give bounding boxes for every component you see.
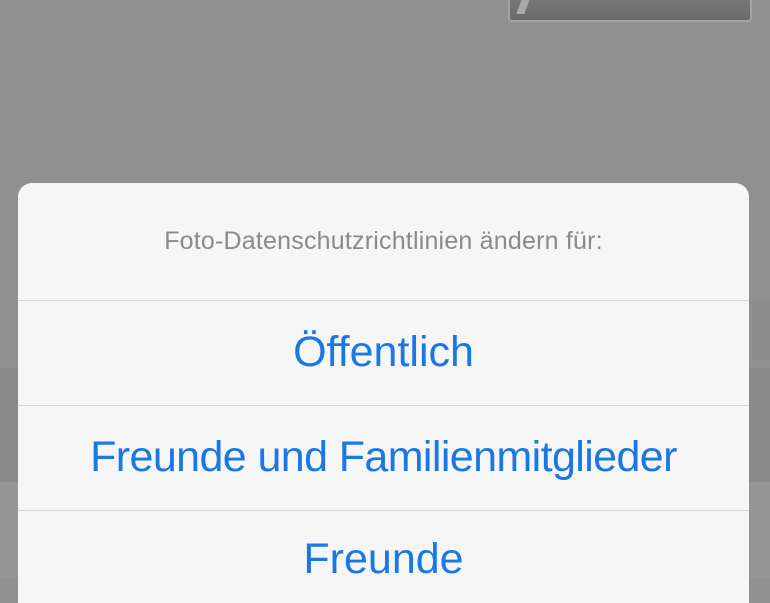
photo-thumbnail <box>508 0 752 22</box>
background-edge-strip <box>752 300 770 360</box>
option-public-label: Öffentlich <box>293 328 474 376</box>
option-friends-button[interactable]: Freunde <box>18 510 749 603</box>
option-friends-label: Freunde <box>303 535 464 583</box>
action-sheet-title: Foto-Datenschutzrichtlinien ändern für: <box>164 227 603 255</box>
privacy-action-sheet: Foto-Datenschutzrichtlinien ändern für: … <box>18 183 749 603</box>
thumbnail-highlight <box>516 0 532 14</box>
option-public-button[interactable]: Öffentlich <box>18 300 749 404</box>
option-friends-and-family-button[interactable]: Freunde und Familienmitglieder <box>18 405 749 509</box>
option-friends-and-family-label: Freunde und Familienmitglieder <box>90 433 677 481</box>
